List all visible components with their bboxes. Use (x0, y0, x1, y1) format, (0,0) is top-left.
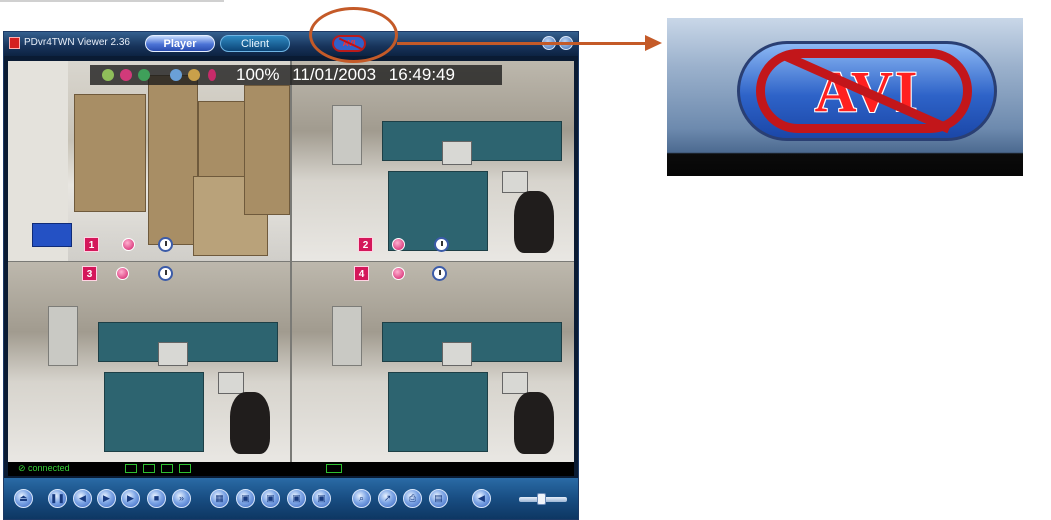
viewer-window: PDvr4TWN Viewer 2.36 Player Client AVI 1 (3, 31, 579, 520)
camera-icon (102, 69, 114, 81)
video-grid: 1 2 3 4 (8, 61, 574, 462)
box-stack (74, 94, 146, 212)
eject-icon[interactable]: ⏏ (14, 489, 33, 508)
alarm-icon (138, 69, 150, 81)
camera-number-badge: 3 (82, 266, 97, 281)
cubicle-partition (382, 121, 562, 161)
clock-icon (432, 266, 447, 281)
print-icon[interactable]: ⎙ (403, 489, 422, 508)
grid-icon[interactable]: ▦ (210, 489, 229, 508)
osd-readout: 100% 11/01/2003 16:49:49 (236, 65, 455, 85)
clock-icon (434, 237, 449, 252)
camera-view-4[interactable]: 4 (292, 262, 574, 462)
zoomed-avi-button: AVI (667, 18, 1023, 176)
backup-icon[interactable]: ▤ (429, 489, 448, 508)
person (514, 392, 554, 454)
cubicle-partition (98, 322, 278, 362)
camera-view-3[interactable]: 3 (8, 262, 290, 462)
channel-indicator (125, 464, 137, 473)
search-icon[interactable]: ⌕ (352, 489, 371, 508)
monitor (502, 171, 528, 193)
camera-view-1[interactable]: 1 (8, 61, 290, 261)
tab-client[interactable]: Client (220, 35, 290, 52)
cubicle-desk (104, 372, 204, 452)
disk-icon (208, 69, 216, 81)
motion-icon (188, 69, 200, 81)
network-icon (170, 69, 182, 81)
volume-slider-thumb[interactable] (537, 493, 546, 505)
camera-number-badge: 2 (358, 237, 373, 252)
record-icon (392, 238, 405, 251)
monitor (442, 342, 472, 366)
tab-player[interactable]: Player (145, 35, 215, 52)
play-icon[interactable]: ▶ (97, 489, 116, 508)
person (514, 191, 554, 253)
blue-crate (32, 223, 72, 247)
box-stack (198, 101, 248, 181)
playback-toolbar: ⏏ ❚❚ ◀ ▶ ▶ ■ » ▦ ▣ ▣ ▣ ▣ ⌕ ↗ ⎙ ▤ ◀ (4, 478, 578, 519)
app-icon (9, 37, 20, 49)
osd-zoom: 100% (236, 65, 280, 84)
avi-button-zoomed: AVI (737, 41, 997, 141)
osd-time: 16:49:49 (388, 65, 455, 84)
channel-indicator (161, 464, 173, 473)
fast-forward-icon[interactable]: » (172, 489, 191, 508)
connection-status: ⊘ connected (18, 463, 70, 473)
monitor (442, 141, 472, 165)
channel-indicator (179, 464, 191, 473)
record-icon (120, 69, 132, 81)
clock-icon (158, 266, 173, 281)
file-cabinet (332, 306, 362, 366)
camera1-icon[interactable]: ▣ (236, 489, 255, 508)
window-title: PDvr4TWN Viewer 2.36 (24, 37, 130, 48)
channel-indicator (143, 464, 155, 473)
status-bar: ⊘ connected (8, 462, 574, 476)
speaker-icon[interactable]: ◀ (472, 489, 491, 508)
record-icon (122, 238, 135, 251)
cubicle-partition (382, 322, 562, 362)
camera3-icon[interactable]: ▣ (287, 489, 306, 508)
osd-overlay: 100% 11/01/2003 16:49:49 (90, 65, 502, 85)
box-stack (148, 75, 198, 245)
cubicle-desk (388, 372, 488, 452)
arrow-head-icon (645, 35, 662, 51)
osd-date: 11/01/2003 (292, 65, 377, 84)
annotation-arrow (397, 42, 649, 45)
pause-icon[interactable]: ❚❚ (48, 489, 67, 508)
file-cabinet (332, 105, 362, 165)
file-cabinet (48, 306, 78, 366)
export-icon[interactable]: ↗ (378, 489, 397, 508)
record-icon (392, 267, 405, 280)
step-back-icon[interactable]: ◀ (73, 489, 92, 508)
camera-number-badge: 1 (84, 237, 99, 252)
connection-status-label: connected (28, 463, 70, 473)
box-stack (244, 85, 290, 215)
camera4-icon[interactable]: ▣ (312, 489, 331, 508)
camera-number-badge: 4 (354, 266, 369, 281)
person (230, 392, 270, 454)
annotation-circle (309, 7, 398, 63)
prohibited-ring-icon (756, 49, 972, 133)
network-indicator (326, 464, 342, 473)
camera2-icon[interactable]: ▣ (261, 489, 280, 508)
clock-icon (158, 237, 173, 252)
monitor (502, 372, 528, 394)
monitor (158, 342, 188, 366)
camera-view-2[interactable]: 2 (292, 61, 574, 261)
monitor (218, 372, 244, 394)
top-rule (0, 0, 224, 2)
step-forward-icon[interactable]: ▶ (121, 489, 140, 508)
record-icon (116, 267, 129, 280)
stop-icon[interactable]: ■ (147, 489, 166, 508)
